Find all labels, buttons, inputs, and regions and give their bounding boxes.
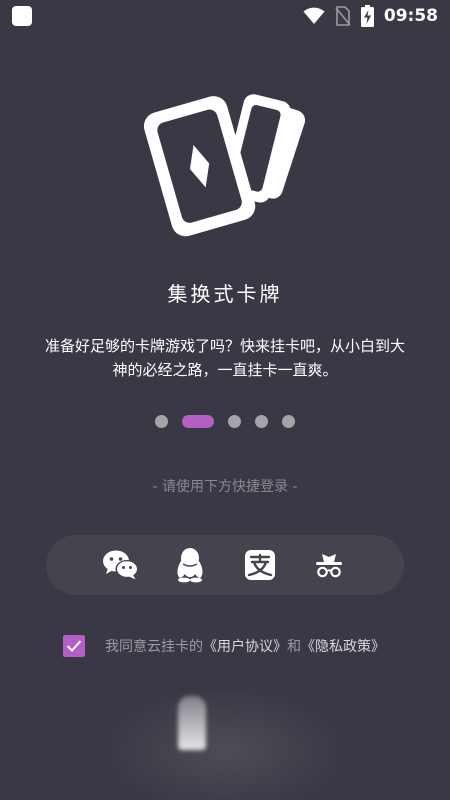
battery-charging-icon (360, 5, 374, 27)
pager-dot[interactable] (228, 415, 241, 428)
pager-dot[interactable] (155, 415, 168, 428)
qq-icon (177, 548, 203, 583)
bottom-glow (110, 690, 340, 800)
user-agreement-link[interactable]: 《用户协议》 (203, 639, 287, 655)
status-indicators: 09:58 (303, 4, 438, 28)
light-beam (178, 696, 206, 750)
checkmark-icon (66, 640, 82, 652)
pager-indicator (0, 415, 450, 428)
agreement-prefix: 我同意云挂卡的 (105, 639, 203, 655)
wechat-icon (102, 550, 139, 580)
wifi-icon (303, 7, 325, 24)
pager-dot[interactable] (255, 415, 268, 428)
incognito-icon (316, 554, 343, 578)
pager-dot[interactable] (282, 415, 295, 428)
alipay-icon (244, 550, 275, 580)
agreement-checkbox[interactable] (63, 635, 85, 657)
social-login-panel (46, 535, 404, 595)
page-description: 准备好足够的卡牌游戏了吗？快来挂卡吧，从小白到大神的必经之路，一直挂卡一直爽。 (44, 337, 405, 379)
agreement-row: 我同意云挂卡的《用户协议》和《隐私政策》 (63, 633, 423, 659)
alipay-login-button[interactable] (240, 545, 280, 585)
playing-cards-icon (140, 82, 315, 242)
no-sim-icon (335, 6, 351, 26)
agreement-text: 我同意云挂卡的《用户协议》和《隐私政策》 (105, 636, 385, 656)
status-bar: 09:58 (0, 0, 450, 32)
agreement-conjunction: 和 (287, 639, 301, 655)
login-hint: - 请使用下方快捷登录 - (152, 479, 298, 495)
pager-dot-active[interactable] (182, 415, 214, 428)
page-title: 集换式卡牌 (167, 282, 283, 306)
qq-login-button[interactable] (170, 545, 210, 585)
wechat-login-button[interactable] (101, 545, 141, 585)
app-square-icon (12, 6, 32, 26)
privacy-policy-link[interactable]: 《隐私政策》 (301, 639, 385, 655)
status-time: 09:58 (383, 6, 438, 26)
incognito-login-button[interactable] (309, 545, 349, 585)
